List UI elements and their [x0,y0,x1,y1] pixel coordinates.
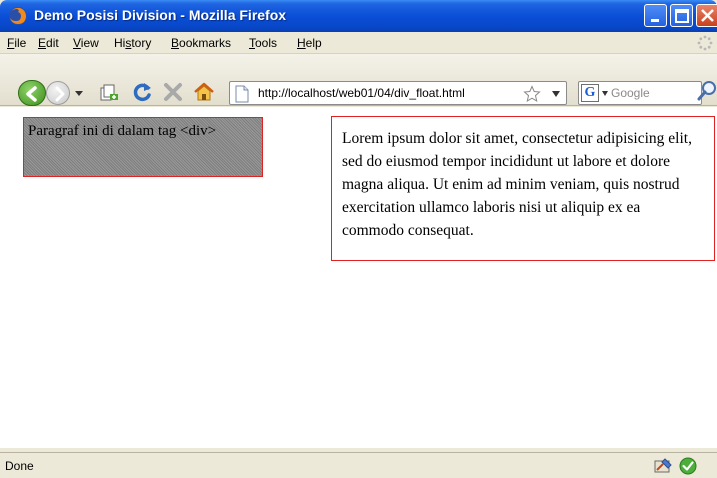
menu-tools[interactable]: Tools [249,36,277,50]
home-page-setup-icon[interactable] [98,82,120,104]
forward-arrow-icon [55,86,65,102]
home-icon[interactable] [193,81,215,103]
menu-bookmarks[interactable]: Bookmarks [171,36,231,50]
search-magnifier-icon[interactable] [697,80,717,102]
page-icon [235,85,249,103]
page-content: Paragraf ini di dalam tag <div> Lorem ip… [0,107,717,448]
close-button[interactable] [696,4,717,27]
search-engine-dropdown-icon[interactable] [602,91,608,96]
minimize-icon [651,19,659,22]
menu-tools-accesskey: T [249,36,255,50]
stop-icon[interactable] [162,81,184,103]
search-box[interactable]: G Google [578,81,702,105]
menu-view-accesskey: V [73,36,81,50]
back-arrow-icon [26,86,37,102]
status-bar: Done [0,452,717,478]
menu-bookmarks-accesskey: B [171,36,180,50]
validation-ok-icon[interactable] [678,457,698,475]
developer-tools-icon[interactable] [653,457,673,475]
firefox-icon [9,7,27,25]
throbber-icon [697,35,713,51]
menu-bar: File Edit View History Bookmarks Tools H… [0,32,717,54]
url-bar[interactable]: http://localhost/web01/04/div_float.html [229,81,567,105]
google-engine-icon[interactable]: G [581,84,599,102]
menu-history-accesskey: s [125,36,132,50]
menu-history[interactable]: History [114,36,151,50]
minimize-button[interactable] [644,4,667,27]
browser-window: Demo Posisi Division - Mozilla Firefox F… [0,0,717,478]
menu-file-accesskey: F [7,36,15,50]
menu-edit-accesskey: E [38,36,47,50]
bookmark-star-icon[interactable] [523,85,541,103]
maximize-button[interactable] [670,4,693,27]
float-div-right: Lorem ipsum dolor sit amet, consectetur … [331,116,715,261]
menu-view[interactable]: View [73,36,99,50]
menu-edit[interactable]: Edit [38,36,59,50]
maximize-icon [675,9,689,23]
reload-icon[interactable] [131,81,153,103]
window-title: Demo Posisi Division - Mozilla Firefox [34,7,287,23]
title-bar[interactable]: Demo Posisi Division - Mozilla Firefox [0,0,717,32]
menu-help[interactable]: Help [297,36,322,50]
url-text: http://localhost/web01/04/div_float.html [258,86,465,100]
url-dropdown-icon[interactable] [552,91,560,97]
float-div-left: Paragraf ini di dalam tag <div> [23,117,263,177]
menu-help-accesskey: H [297,36,306,50]
menu-file[interactable]: File [7,36,26,50]
history-dropdown-icon[interactable] [74,89,84,97]
search-placeholder: Google [611,86,650,100]
forward-button[interactable] [46,81,70,105]
back-button-main[interactable] [18,80,46,106]
status-text: Done [5,459,34,473]
close-icon [701,9,714,22]
